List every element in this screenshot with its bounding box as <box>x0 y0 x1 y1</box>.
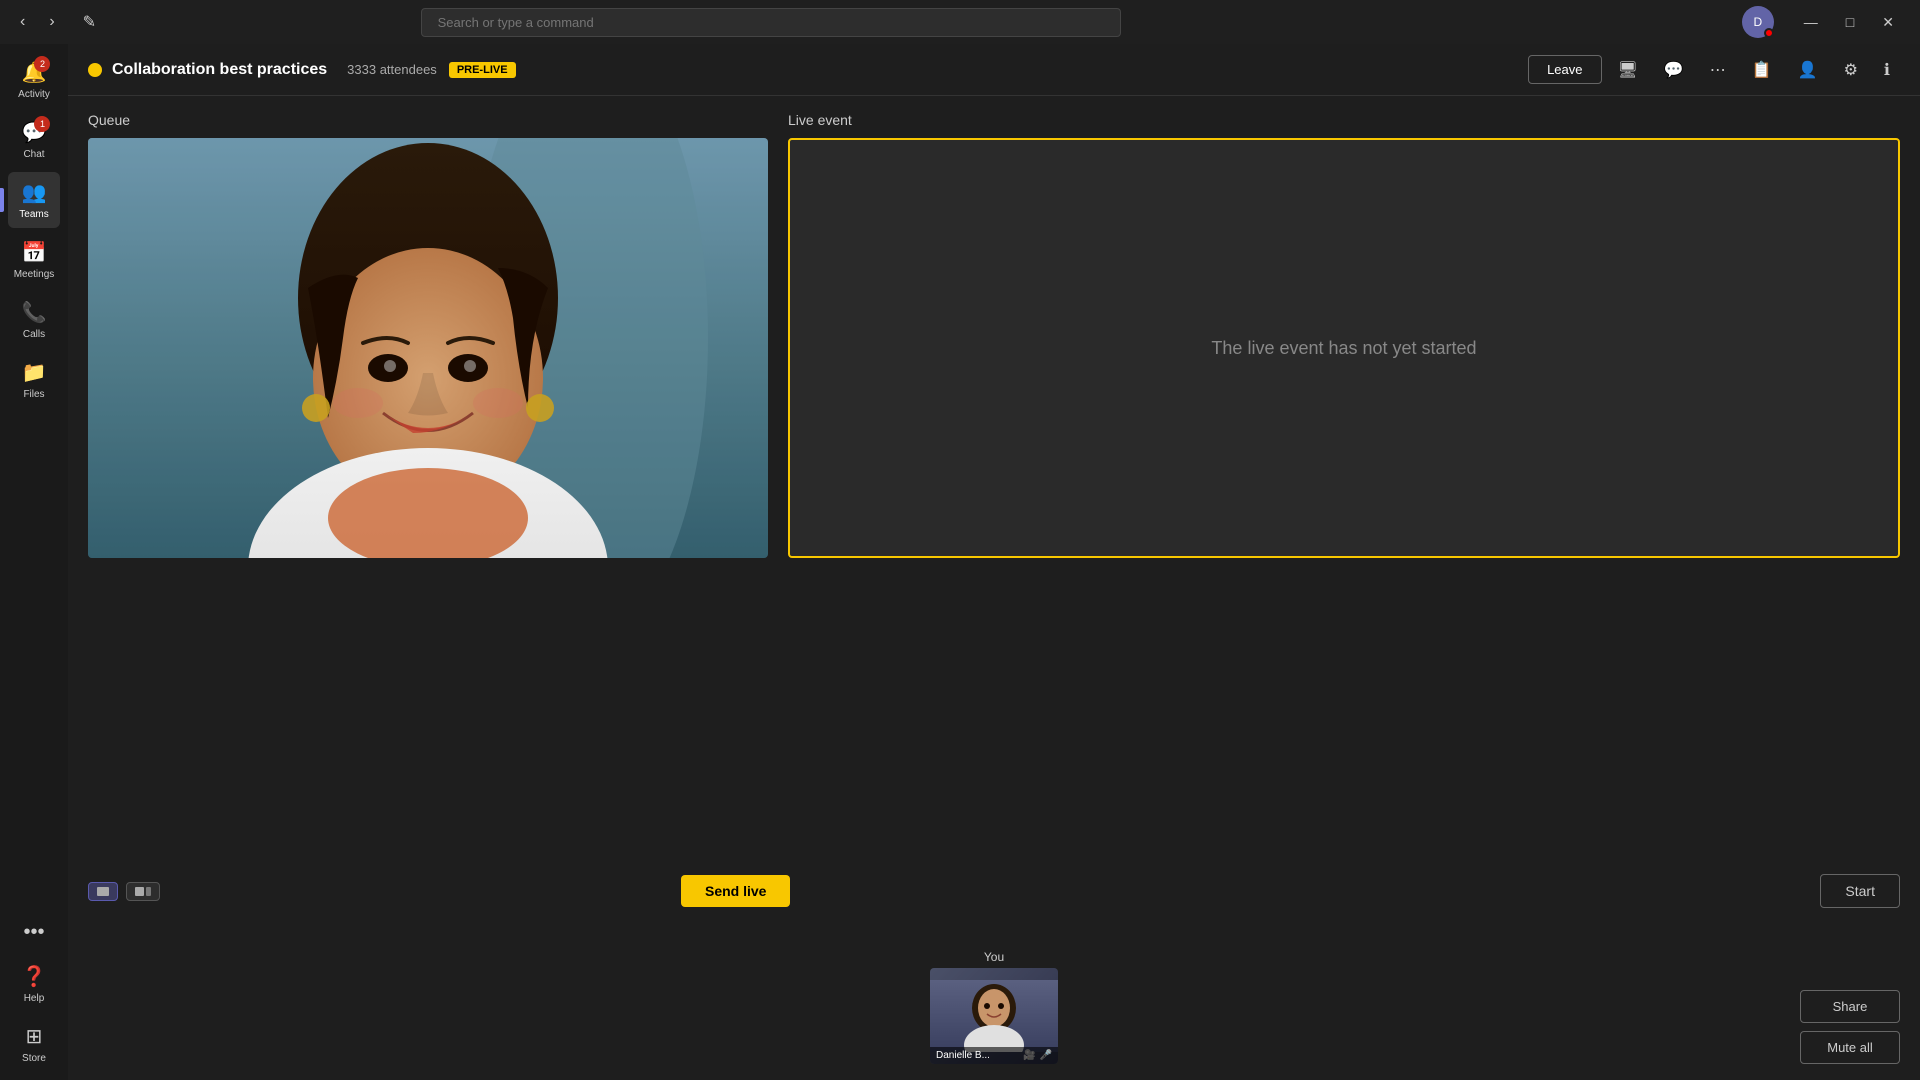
event-header-right: Leave 🖥 💬 ⋯ 📋 👤 ⚙ ℹ <box>1528 54 1900 86</box>
bottom-section: You <box>68 920 1920 1080</box>
self-preview: You <box>930 950 1058 1064</box>
sidebar-label-files: Files <box>23 389 44 400</box>
sidebar-label-help: Help <box>24 993 45 1004</box>
transcription-button[interactable]: 💬 <box>1654 54 1694 86</box>
queue-video <box>88 138 768 558</box>
start-button[interactable]: Start <box>1820 874 1900 908</box>
controls-row: Send live Start <box>68 862 1920 920</box>
leave-button[interactable]: Leave <box>1528 55 1601 84</box>
split-small-rect <box>146 887 151 896</box>
sidebar-item-activity[interactable]: 🔔 2 Activity <box>8 52 60 108</box>
self-label: You <box>984 950 1004 964</box>
share-button[interactable]: Share <box>1800 990 1900 1023</box>
qa-button[interactable]: 📋 <box>1742 54 1782 86</box>
single-layout-icon <box>97 887 109 896</box>
split-main-rect <box>135 887 144 896</box>
mic-on-icon: 🎤 <box>1040 1050 1052 1061</box>
sidebar-item-files[interactable]: 📁 Files <box>8 352 60 408</box>
queue-section-title: Queue <box>88 112 768 128</box>
share-screen-button[interactable]: 🖥 <box>1608 54 1648 86</box>
nav-forward-button[interactable]: › <box>41 9 62 35</box>
sidebar-item-meetings[interactable]: 📅 Meetings <box>8 232 60 288</box>
send-live-button[interactable]: Send live <box>681 875 790 907</box>
sidebar-item-more[interactable]: ••• <box>8 913 60 952</box>
sidebar-label-activity: Activity <box>18 89 50 100</box>
help-icon: ❓ <box>22 964 47 989</box>
nav-controls: ‹ › <box>12 9 63 35</box>
self-video-icons: 🎥 🎤 <box>1023 1050 1052 1061</box>
live-placeholder-text: The live event has not yet started <box>1211 338 1476 359</box>
self-name-text: Danielle B... <box>936 1050 990 1061</box>
search-bar <box>421 8 1121 37</box>
sidebar-label-store: Store <box>22 1053 46 1064</box>
avatar-status-dot <box>1764 28 1774 38</box>
bell-icon: 🔔 2 <box>22 60 47 85</box>
activity-badge: 2 <box>34 56 50 72</box>
more-options-button[interactable]: ⋯ <box>1700 54 1736 86</box>
app-body: 🔔 2 Activity 💬 1 Chat 👥 Teams 📅 Meetings… <box>0 44 1920 1080</box>
nav-back-button[interactable]: ‹ <box>12 9 33 35</box>
files-icon: 📁 <box>22 360 47 385</box>
sidebar-item-store[interactable]: ⊞ Store <box>8 1016 60 1072</box>
self-video: Danielle B... 🎥 🎤 <box>930 968 1058 1064</box>
participants-button[interactable]: 👤 <box>1788 54 1828 86</box>
queue-video-inner <box>88 138 768 558</box>
queue-section: Queue <box>88 112 768 862</box>
calendar-icon: 📅 <box>22 240 47 265</box>
sidebar: 🔔 2 Activity 💬 1 Chat 👥 Teams 📅 Meetings… <box>0 44 68 1080</box>
queue-person-svg <box>88 138 768 558</box>
window-controls: — □ ✕ <box>1790 8 1908 37</box>
teams-icon: 👥 <box>22 180 47 205</box>
live-section: Live event The live event has not yet st… <box>788 112 1900 862</box>
self-person-svg <box>930 980 1058 1052</box>
live-video: The live event has not yet started <box>788 138 1900 558</box>
pre-live-badge: PRE-LIVE <box>449 62 516 78</box>
phone-icon: 📞 <box>22 300 47 325</box>
more-icon: ••• <box>23 921 44 944</box>
title-bar: ‹ › ✎ D — □ ✕ <box>0 0 1920 44</box>
live-controls-right: Start <box>1820 874 1900 908</box>
sidebar-item-help[interactable]: ❓ Help <box>8 956 60 1012</box>
close-button[interactable]: ✕ <box>1868 8 1908 37</box>
info-button[interactable]: ℹ <box>1874 54 1900 86</box>
maximize-button[interactable]: □ <box>1832 8 1868 37</box>
sidebar-label-teams: Teams <box>19 209 48 220</box>
title-bar-right: D — □ ✕ <box>1742 6 1908 38</box>
self-name-bar: Danielle B... 🎥 🎤 <box>930 1047 1058 1064</box>
sidebar-item-calls[interactable]: 📞 Calls <box>8 292 60 348</box>
event-header: Collaboration best practices 3333 attend… <box>68 44 1920 96</box>
split-layout-icon <box>135 887 151 896</box>
mute-all-button[interactable]: Mute all <box>1800 1031 1900 1064</box>
chat-badge: 1 <box>34 116 50 132</box>
video-on-icon: 🎥 <box>1023 1050 1035 1061</box>
sidebar-label-calls: Calls <box>23 329 45 340</box>
queue-layout-controls <box>88 882 160 901</box>
sidebar-label-chat: Chat <box>23 149 44 160</box>
layout-single-button[interactable] <box>88 882 118 901</box>
compose-button[interactable]: ✎ <box>75 8 104 36</box>
search-input[interactable] <box>421 8 1121 37</box>
sidebar-item-teams[interactable]: 👥 Teams <box>8 172 60 228</box>
main-content: Collaboration best practices 3333 attend… <box>68 44 1920 1080</box>
sidebar-item-chat[interactable]: 💬 1 Chat <box>8 112 60 168</box>
attendees-count: 3333 attendees <box>347 62 437 77</box>
live-section-title: Live event <box>788 112 1900 128</box>
live-indicator-dot <box>88 63 102 77</box>
chat-icon: 💬 1 <box>22 120 47 145</box>
event-body: Queue <box>68 96 1920 1080</box>
minimize-button[interactable]: — <box>1790 8 1832 37</box>
streams-row: Queue <box>68 96 1920 862</box>
settings-button[interactable]: ⚙ <box>1834 54 1868 86</box>
event-title: Collaboration best practices <box>112 61 327 79</box>
sidebar-bottom: ••• ❓ Help ⊞ Store <box>8 913 60 1072</box>
avatar[interactable]: D <box>1742 6 1774 38</box>
layout-split-button[interactable] <box>126 882 160 901</box>
store-icon: ⊞ <box>26 1024 43 1049</box>
sidebar-label-meetings: Meetings <box>14 269 55 280</box>
action-buttons: Share Mute all <box>1800 990 1900 1064</box>
